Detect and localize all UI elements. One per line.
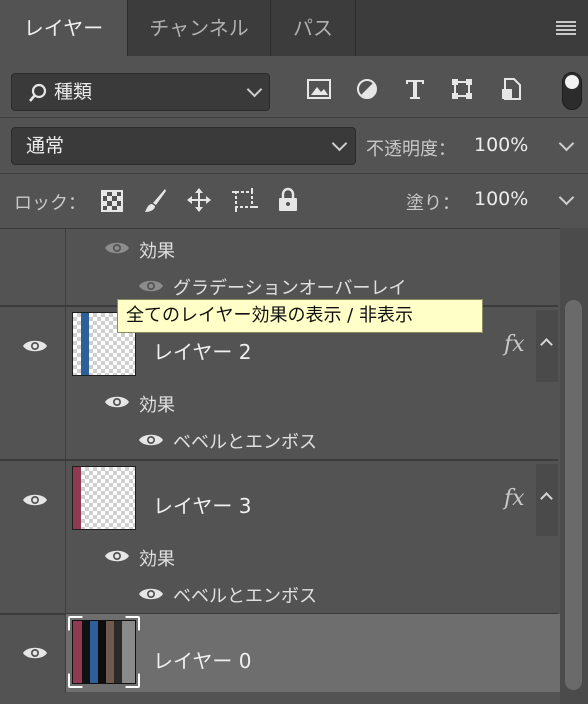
layer-divider — [0, 459, 558, 461]
collapse-effects-button[interactable] — [536, 310, 558, 382]
blend-mode-select[interactable]: 通常 — [11, 127, 356, 165]
opacity-chevron-icon[interactable] — [558, 135, 575, 152]
tab-divider — [355, 0, 356, 56]
effects-label: 効果 — [139, 549, 175, 570]
smart-object-filter-icon[interactable] — [501, 78, 521, 100]
chevron-down-icon — [246, 81, 263, 98]
fill-chevron-icon[interactable] — [558, 189, 575, 206]
fx-badge-icon: fx — [504, 486, 525, 511]
lock-all-padlock-icon[interactable] — [278, 187, 298, 212]
panel-tab-bar: レイヤー チャンネル パス — [0, 0, 588, 56]
layer-visibility-eye-icon[interactable] — [22, 337, 48, 355]
divider — [0, 117, 588, 118]
effects-visibility-eye-icon[interactable] — [104, 393, 130, 411]
effect-name[interactable]: ベベルとエンボス — [173, 428, 317, 454]
effect-visibility-eye-icon[interactable] — [138, 431, 164, 449]
collapse-effects-button[interactable] — [536, 464, 558, 536]
search-icon — [29, 83, 47, 102]
chevron-up-icon — [540, 492, 553, 505]
chevron-down-icon — [331, 135, 348, 152]
lock-position-move-icon[interactable] — [186, 187, 212, 213]
layer-name[interactable]: レイヤー 2 — [153, 336, 251, 365]
tab-layers[interactable]: レイヤー — [0, 0, 127, 56]
opacity-value[interactable]: 100% — [474, 134, 528, 156]
effects-label: 効果 — [139, 395, 175, 416]
fill-label: 塗り： — [406, 193, 460, 214]
eye-column — [0, 461, 66, 613]
layer-thumbnail[interactable] — [72, 466, 136, 530]
lock-image-pixels-brush-icon[interactable] — [143, 188, 167, 214]
fx-badge-icon: fx — [504, 332, 525, 357]
shape-filter-icon[interactable] — [451, 78, 473, 100]
effects-visibility-eye-icon[interactable] — [104, 547, 130, 565]
filter-kind-select[interactable]: 種類 — [11, 73, 270, 111]
tooltip: 全てのレイヤー効果の表示 / 非表示 — [117, 299, 483, 333]
lock-transparent-pixels-icon[interactable] — [101, 190, 123, 212]
effects-label: 効果 — [139, 241, 175, 262]
opacity-label: 不透明度： — [366, 139, 456, 160]
layer-visibility-eye-icon[interactable] — [22, 644, 48, 662]
panel-menu-icon[interactable] — [556, 21, 576, 35]
blend-mode-label: 通常 — [26, 135, 65, 157]
layer-name[interactable]: レイヤー 3 — [153, 490, 251, 519]
chevron-up-icon — [540, 338, 553, 351]
thumbnail-selection-frame — [68, 616, 140, 688]
filter-toggle[interactable] — [562, 72, 582, 110]
lock-label: ロック： — [14, 193, 86, 214]
thumbnail-stripe — [81, 313, 89, 375]
fill-value[interactable]: 100% — [474, 188, 528, 210]
layer-name[interactable]: レイヤー 0 — [153, 645, 251, 674]
adjustment-filter-icon[interactable] — [356, 78, 378, 100]
type-filter-icon[interactable] — [404, 78, 426, 100]
effect-visibility-eye-icon[interactable] — [138, 585, 164, 603]
effect-name[interactable]: グラデーションオーバーレイ — [173, 274, 406, 300]
selected-layer-row[interactable] — [66, 614, 560, 692]
filter-kind-label: 種類 — [54, 81, 93, 103]
effects-visibility-eye-icon[interactable] — [104, 239, 130, 257]
eye-column — [0, 307, 66, 459]
divider — [0, 228, 588, 229]
lock-artboard-icon[interactable] — [231, 187, 259, 213]
tab-channels[interactable]: チャンネル — [128, 0, 270, 56]
effect-visibility-eye-icon[interactable] — [138, 277, 164, 295]
thumbnail-stripe — [73, 467, 81, 529]
layer-visibility-eye-icon[interactable] — [22, 491, 48, 509]
image-filter-icon[interactable] — [307, 78, 331, 100]
scrollbar-thumb[interactable] — [565, 300, 582, 690]
effect-name[interactable]: ベベルとエンボス — [173, 582, 317, 608]
eye-column — [0, 229, 66, 305]
divider — [0, 173, 588, 174]
tab-paths[interactable]: パス — [271, 0, 355, 56]
